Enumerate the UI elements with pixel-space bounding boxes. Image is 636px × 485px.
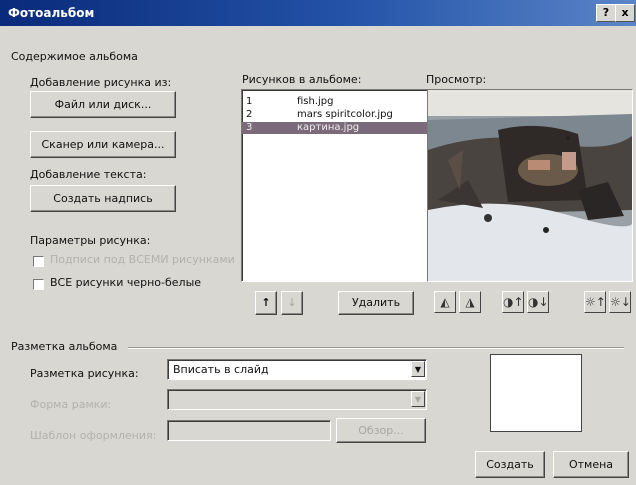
picture-layout-select[interactable]: Вписать в слайд ▼ (167, 359, 427, 380)
chevron-down-icon[interactable]: ▼ (411, 361, 425, 377)
painting-preview-image (428, 90, 632, 281)
browse-button[interactable]: Обзор... (336, 418, 426, 443)
help-button[interactable]: ? (596, 4, 616, 22)
contrast-up-button[interactable]: ◑↑ (502, 291, 524, 313)
pictures-list-label: Рисунков в альбоме: (242, 73, 362, 86)
design-template-field[interactable] (167, 420, 331, 441)
create-caption-button[interactable]: Создать надпись (30, 185, 176, 212)
chevron-down-icon[interactable]: ▼ (411, 391, 425, 407)
black-white-label: ВСЕ рисунки черно-белые (50, 276, 202, 289)
caption-below-all-label: Подписи под ВСЕМИ рисунками (50, 253, 235, 266)
caption-below-all-checkbox[interactable] (33, 256, 44, 267)
rotate-left-button[interactable]: ◭ (434, 291, 456, 313)
add-text-label: Добавление текста: (30, 168, 147, 181)
layout-preview-thumbnail (490, 354, 582, 432)
move-up-button[interactable]: ↑ (255, 291, 277, 315)
album-contents-section-label: Содержимое альбома (11, 50, 138, 63)
picture-layout-value: Вписать в слайд (173, 363, 269, 376)
move-down-button[interactable]: ↓ (281, 291, 303, 315)
create-button[interactable]: Создать (475, 451, 545, 478)
delete-button[interactable]: Удалить (338, 291, 414, 315)
frame-shape-select[interactable]: ▼ (167, 389, 427, 410)
section-divider (128, 347, 624, 349)
design-template-label: Шаблон оформления: (30, 429, 157, 442)
preview-label: Просмотр: (426, 73, 487, 86)
rotate-left-icon: ◭ (440, 295, 450, 309)
brightness-down-button[interactable]: ☼↓ (609, 291, 631, 313)
cancel-button[interactable]: Отмена (553, 451, 629, 478)
album-layout-section-label: Разметка альбома (11, 340, 118, 353)
pictures-listbox[interactable]: 1 fish.jpg 2 mars spiritcolor.jpg 3 карт… (241, 89, 451, 282)
window-title: Фотоальбом (8, 6, 95, 20)
down-arrow-icon: ↓ (287, 296, 297, 309)
close-button[interactable]: x (615, 4, 635, 22)
black-white-checkbox[interactable] (33, 279, 44, 290)
add-picture-from-label: Добавление рисунка из: (30, 76, 172, 89)
frame-shape-label: Форма рамки: (30, 398, 112, 411)
rotate-right-icon: ◮ (465, 295, 475, 309)
file-or-disk-button[interactable]: Файл или диск... (30, 91, 176, 118)
list-item-selected[interactable]: 3 картина.jpg (242, 122, 447, 134)
brightness-up-button[interactable]: ☼↑ (584, 291, 606, 313)
preview-image (427, 89, 633, 282)
contrast-down-button[interactable]: ◑↓ (527, 291, 549, 313)
rotate-right-button[interactable]: ◮ (459, 291, 481, 313)
contrast-down-icon: ◑↓ (528, 295, 549, 309)
up-arrow-icon: ↑ (261, 296, 271, 309)
title-bar: Фотоальбом ? x (0, 0, 636, 26)
scanner-or-camera-button[interactable]: Сканер или камера... (30, 131, 176, 158)
picture-options-label: Параметры рисунка: (30, 234, 151, 247)
picture-layout-label: Разметка рисунка: (30, 367, 139, 380)
brightness-down-icon: ☼↓ (610, 295, 631, 309)
brightness-up-icon: ☼↑ (585, 295, 606, 309)
contrast-up-icon: ◑↑ (503, 295, 524, 309)
